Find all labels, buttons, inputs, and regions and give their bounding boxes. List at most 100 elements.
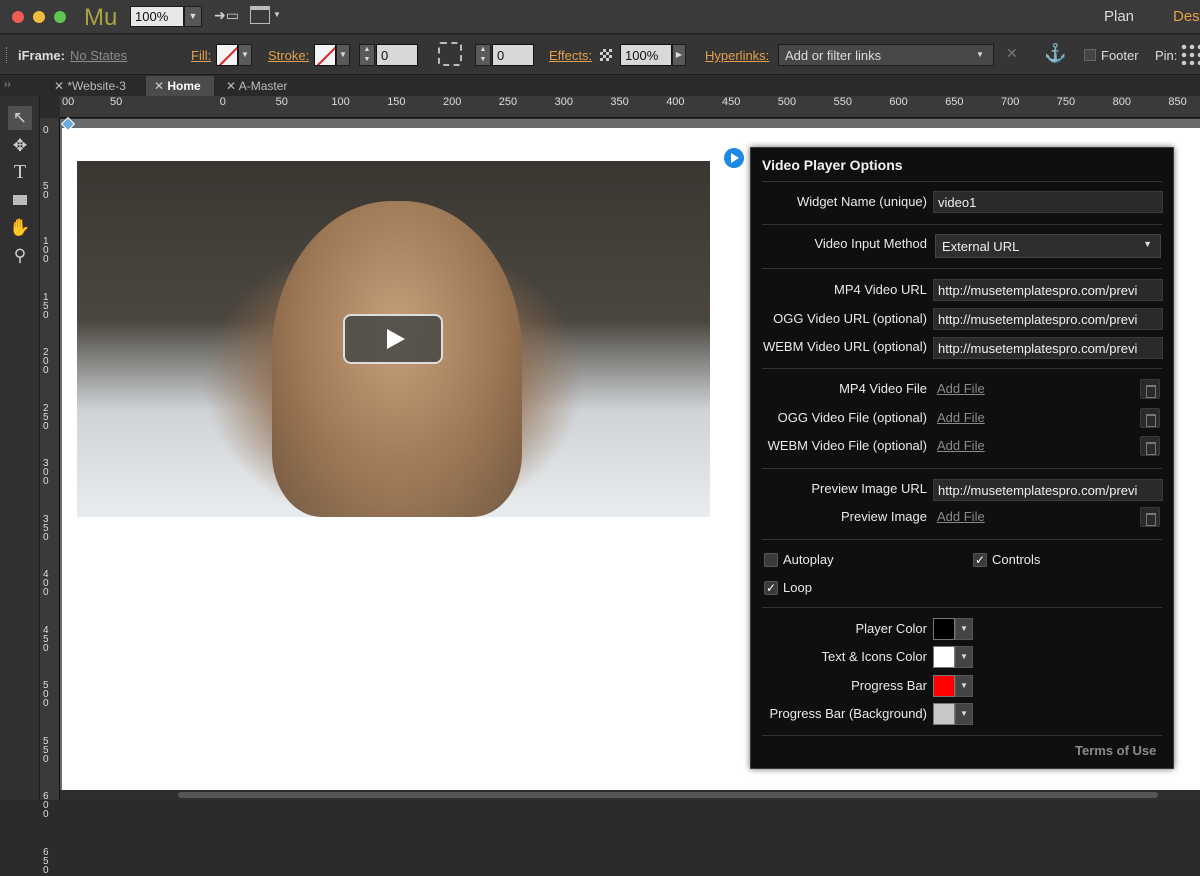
zoom-level-field[interactable]: 100%	[130, 6, 184, 27]
stroke-width-stepper[interactable]: ▲ ▼	[359, 44, 375, 66]
text-icons-color-label: Text & Icons Color	[821, 649, 928, 664]
scrollbar-thumb[interactable]	[178, 792, 1158, 798]
mp4-add-file-link[interactable]: Add File	[937, 381, 985, 396]
chevron-down-icon[interactable]: ▼	[273, 10, 281, 19]
preview-url-field[interactable]: http://musetemplatespro.com/previ	[933, 479, 1163, 501]
preview-image-label: Preview Image	[841, 509, 927, 524]
ruler-tick-label: 200	[43, 347, 49, 376]
grip-icon	[6, 47, 9, 63]
progress-bar-color-swatch[interactable]	[933, 675, 955, 697]
panel-title: Video Player Options	[762, 157, 903, 173]
progress-bar-bg-color-swatch[interactable]	[933, 703, 955, 725]
states-link[interactable]: No States	[70, 48, 127, 63]
stroke-swatch[interactable]	[314, 44, 336, 66]
hyperlinks-label[interactable]: Hyperlinks:	[705, 48, 769, 63]
play-button-icon[interactable]	[343, 314, 443, 364]
progress-bar-bg-label: Progress Bar (Background)	[769, 706, 927, 721]
zoom-dropdown-button[interactable]: ▼	[184, 6, 202, 27]
chevron-down-icon[interactable]: ▼	[955, 675, 973, 697]
player-color-swatch[interactable]	[933, 618, 955, 640]
plan-mode-tab[interactable]: Plan	[1104, 8, 1134, 25]
layout-view-icon[interactable]	[250, 6, 270, 24]
fill-label[interactable]: Fill:	[191, 48, 211, 63]
tab-a-master[interactable]: ✕ A-Master	[218, 76, 295, 96]
preview-url-label: Preview Image URL	[811, 481, 927, 496]
close-icon[interactable]: ✕	[154, 79, 167, 93]
text-icons-color-swatch[interactable]	[933, 646, 955, 668]
pin-grid-icon[interactable]	[1180, 43, 1200, 65]
loop-label: Loop	[783, 580, 812, 595]
stroke-label[interactable]: Stroke:	[268, 48, 309, 63]
loop-checkbox[interactable]: ✓	[764, 581, 778, 595]
effects-label[interactable]: Effects:	[549, 48, 592, 63]
crop-tool-icon[interactable]: ✥	[8, 134, 32, 158]
ruler-tick-label: 750	[1056, 96, 1076, 108]
hand-tool-icon[interactable]: ✋	[8, 216, 32, 240]
terms-of-use-link[interactable]: Terms of Use	[1075, 743, 1156, 758]
opacity-arrow-button[interactable]: ▶	[672, 44, 686, 66]
horizontal-ruler: 00 50 0 50 100 150 200 250 300 350 400 450 500 550 600…	[60, 96, 1200, 118]
expand-panel-icon[interactable]: ››	[4, 79, 11, 90]
autoplay-checkbox[interactable]	[764, 553, 778, 567]
anchor-icon[interactable]: ⚓	[1044, 43, 1066, 64]
controls-checkbox[interactable]: ✓	[973, 553, 987, 567]
ruler-tick-label: 800	[1112, 96, 1131, 108]
chevron-down-icon[interactable]: ▼	[955, 703, 973, 725]
stroke-dropdown-button[interactable]: ▼	[336, 44, 350, 66]
divider	[762, 224, 1162, 225]
tab-home[interactable]: ✕ Home	[146, 76, 214, 96]
mp4-url-field[interactable]: http://musetemplatespro.com/previ	[933, 279, 1163, 301]
selection-tool-icon[interactable]: ↖	[8, 106, 32, 130]
footer-checkbox[interactable]	[1084, 49, 1096, 61]
chevron-down-icon[interactable]: ▼	[955, 646, 973, 668]
input-method-select[interactable]: External URL ▼	[935, 234, 1161, 258]
trash-icon[interactable]	[1140, 408, 1160, 428]
webm-add-file-link[interactable]: Add File	[937, 438, 985, 453]
design-mode-tab[interactable]: Des	[1173, 8, 1200, 25]
divider	[762, 735, 1162, 736]
ruler-tick-label: 50	[110, 96, 123, 108]
webm-url-field[interactable]: http://musetemplatespro.com/previ	[933, 337, 1163, 359]
ruler-tick-label: 0	[219, 96, 226, 108]
progress-bar-label: Progress Bar	[851, 678, 927, 693]
widget-options-button[interactable]	[724, 148, 744, 168]
ogg-url-field[interactable]: http://musetemplatespro.com/previ	[933, 308, 1163, 330]
trash-icon[interactable]	[1140, 436, 1160, 456]
close-icon[interactable]: ✕	[54, 79, 67, 93]
horizontal-scrollbar[interactable]	[60, 790, 1200, 800]
stroke-width-field[interactable]: 0	[376, 44, 418, 66]
preview-add-file-link[interactable]: Add File	[937, 509, 985, 524]
rectangle-tool-icon[interactable]	[8, 188, 32, 212]
ogg-file-label: OGG Video File (optional)	[777, 410, 927, 425]
ruler-tick-label: 400	[43, 569, 49, 598]
zoom-tool-icon[interactable]: ⚲	[8, 244, 32, 268]
fill-swatch[interactable]	[216, 44, 238, 66]
trash-icon[interactable]	[1140, 379, 1160, 399]
trash-icon[interactable]	[1140, 507, 1160, 527]
divider	[762, 607, 1162, 608]
text-tool-icon[interactable]: T	[8, 160, 32, 184]
divider	[762, 468, 1162, 469]
ruler-tick-label: 300	[554, 96, 573, 108]
ogg-add-file-link[interactable]: Add File	[937, 410, 985, 425]
controls-label: Controls	[992, 552, 1041, 567]
ogg-url-label: OGG Video URL (optional)	[773, 311, 927, 326]
clear-link-icon[interactable]: ✕	[1006, 45, 1018, 62]
ruler-tick-label: 0	[43, 125, 49, 136]
export-page-icon[interactable]: ➜▭	[214, 7, 239, 24]
chevron-down-icon[interactable]: ▼	[976, 45, 984, 65]
opacity-field[interactable]: 100%	[620, 44, 672, 66]
widget-name-field[interactable]: video1	[933, 191, 1163, 213]
chevron-down-icon[interactable]: ▼	[955, 618, 973, 640]
corner-radius-stepper[interactable]: ▲ ▼	[475, 44, 491, 66]
ruler-tick-label: 350	[43, 513, 49, 543]
ruler-tick-label: 600	[889, 96, 908, 108]
fill-dropdown-button[interactable]: ▼	[238, 44, 252, 66]
maximize-window-button[interactable]	[54, 11, 66, 23]
minimize-window-button[interactable]	[33, 11, 45, 23]
close-icon[interactable]: ✕	[226, 79, 239, 93]
tab-website-3[interactable]: ✕ *Website-3	[46, 76, 134, 96]
close-window-button[interactable]	[12, 11, 24, 23]
hyperlinks-input[interactable]: Add or filter links	[778, 44, 994, 66]
corner-radius-field[interactable]: 0	[492, 44, 534, 66]
